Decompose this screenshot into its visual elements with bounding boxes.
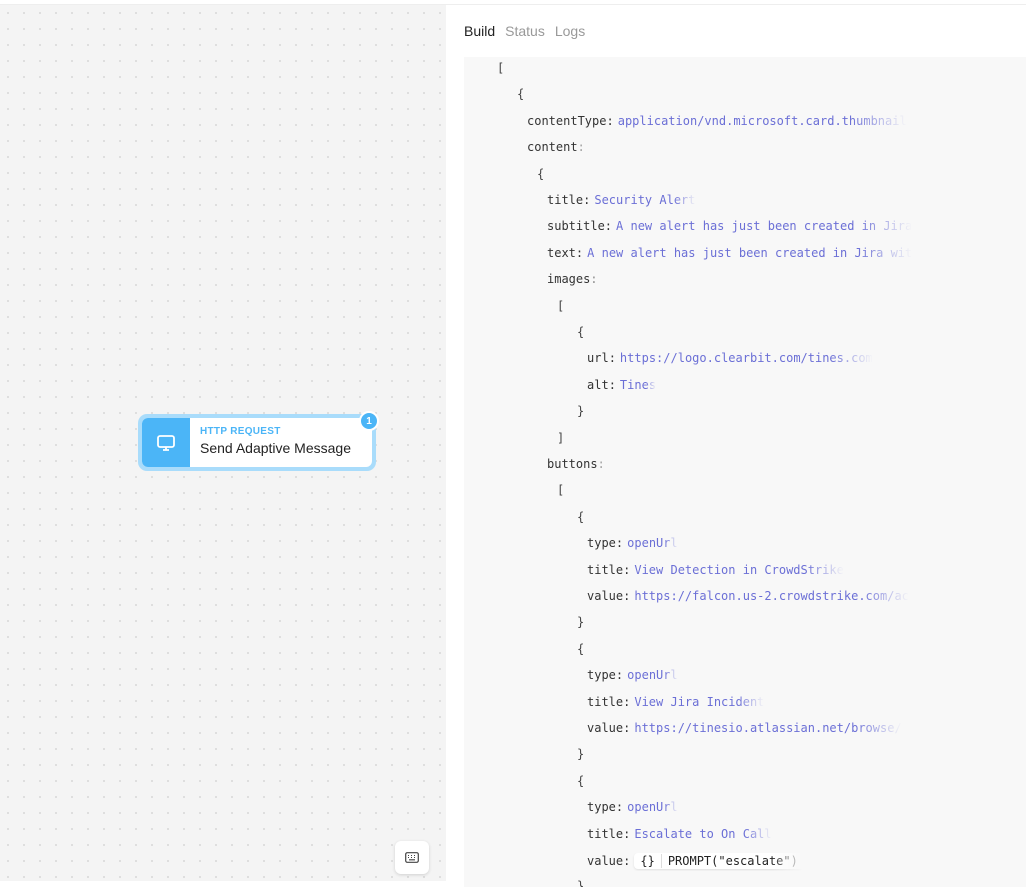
code-line: { bbox=[537, 167, 544, 185]
formula-icon: {} bbox=[640, 854, 662, 868]
value[interactable]: openUrl bbox=[627, 536, 678, 550]
code-line: alt: Tines bbox=[587, 377, 657, 392]
code-line: { bbox=[577, 325, 584, 343]
code-line: } bbox=[577, 404, 584, 422]
code-line: ] bbox=[557, 431, 564, 449]
tab-logs[interactable]: Logs bbox=[555, 23, 585, 39]
key: value bbox=[587, 589, 624, 603]
value[interactable]: Escalate to On Call bbox=[634, 827, 771, 841]
code-line: [ bbox=[557, 483, 564, 501]
key: value bbox=[587, 854, 624, 868]
value[interactable]: Security Alert bbox=[594, 193, 695, 207]
value[interactable]: openUrl bbox=[627, 800, 678, 814]
value[interactable]: https://logo.clearbit.com/tines.com bbox=[620, 351, 873, 365]
value[interactable]: https://tinesio.atlassian.net/browse/ bbox=[634, 721, 901, 735]
key: type bbox=[587, 668, 616, 683]
code-line: { bbox=[577, 510, 584, 528]
code-line: title: Escalate to On Call bbox=[587, 826, 772, 841]
formula-text: PROMPT("escalate") bbox=[667, 854, 798, 868]
code-line: title: Security Alert bbox=[547, 193, 696, 207]
action-node-send-adaptive-message[interactable]: HTTP REQUEST Send Adaptive Message 1 bbox=[138, 411, 379, 471]
value[interactable]: View Jira Incident bbox=[634, 695, 764, 709]
code-line: images: bbox=[547, 272, 598, 287]
code-line: [ bbox=[497, 61, 504, 79]
key: text bbox=[547, 245, 576, 260]
formula-pill[interactable]: {} PROMPT("escalate") bbox=[634, 853, 804, 869]
bracket: { bbox=[577, 509, 585, 524]
node-type-label: HTTP REQUEST bbox=[200, 426, 281, 437]
key: title bbox=[587, 826, 624, 841]
code-line: } bbox=[577, 747, 584, 765]
code-line: { bbox=[577, 642, 584, 660]
bracket: ] bbox=[557, 430, 565, 445]
code-line: { bbox=[517, 87, 524, 105]
key: title bbox=[547, 193, 584, 207]
bracket: { bbox=[517, 87, 525, 102]
workflow-canvas[interactable]: HTTP REQUEST Send Adaptive Message 1 bbox=[0, 5, 446, 881]
panel-tabs: Build Status Logs bbox=[464, 23, 585, 39]
key: type bbox=[587, 800, 616, 815]
code-line: content: bbox=[527, 140, 585, 155]
keyboard-icon bbox=[405, 852, 419, 863]
key: url bbox=[587, 351, 609, 366]
key: type bbox=[587, 536, 616, 551]
key: contentType bbox=[527, 113, 607, 128]
code-line: contentType: application/vnd.microsoft.ca… bbox=[527, 113, 907, 128]
keyboard-shortcuts-button[interactable] bbox=[395, 841, 429, 874]
value[interactable]: openUrl bbox=[627, 668, 678, 682]
key: buttons bbox=[547, 457, 598, 471]
key: title bbox=[587, 562, 624, 577]
bracket: } bbox=[577, 404, 585, 419]
code-line: value: https://falcon.us-2.crowdstrike.co… bbox=[587, 589, 909, 603]
bracket: } bbox=[577, 747, 585, 762]
tab-build[interactable]: Build bbox=[464, 23, 495, 39]
node-count-badge: 1 bbox=[359, 411, 379, 431]
value[interactable]: A new alert has just been created in Jir… bbox=[616, 219, 912, 233]
value[interactable]: https://falcon.us-2.crowdstrike.com/ac bbox=[634, 589, 909, 603]
key: title bbox=[587, 694, 624, 709]
code-line: buttons: bbox=[547, 457, 605, 471]
code-line: } bbox=[577, 615, 584, 633]
value[interactable]: A new alert has just been created in Jir… bbox=[587, 246, 912, 260]
bracket: { bbox=[577, 325, 585, 339]
code-line: subtitle: A new alert has just been creat… bbox=[547, 219, 913, 234]
payload-editor[interactable]: [{contentType: application/vnd.microsoft.… bbox=[464, 57, 1026, 887]
code-line: [ bbox=[557, 299, 564, 317]
code-line: text: A new alert has just been created i… bbox=[547, 245, 913, 260]
key: alt bbox=[587, 377, 609, 392]
code-line: title: View Jira Incident bbox=[587, 694, 765, 709]
value[interactable]: View Detection in CrowdStrike bbox=[634, 563, 844, 577]
code-line: title: View Detection in CrowdStrike bbox=[587, 562, 844, 577]
value[interactable]: Tines bbox=[620, 378, 656, 392]
code-line: type: openUrl bbox=[587, 668, 678, 683]
code-line: type: openUrl bbox=[587, 536, 678, 551]
key: value bbox=[587, 721, 624, 735]
bracket: [ bbox=[557, 298, 565, 313]
key: images bbox=[547, 272, 591, 287]
bracket: { bbox=[577, 641, 585, 656]
action-panel: Build Status Logs [{contentType: applicat… bbox=[446, 5, 1026, 887]
bracket: { bbox=[577, 773, 585, 788]
tab-status[interactable]: Status bbox=[505, 23, 545, 39]
node-name: Send Adaptive Message bbox=[200, 440, 351, 456]
code-line: { bbox=[577, 774, 584, 792]
key: content bbox=[527, 140, 578, 155]
bracket: } bbox=[577, 615, 585, 630]
bracket: [ bbox=[497, 61, 505, 75]
key: subtitle bbox=[547, 219, 605, 234]
bracket: { bbox=[537, 166, 545, 181]
value[interactable]: application/vnd.microsoft.card.thumbnail bbox=[618, 114, 907, 128]
code-line: value:{} PROMPT("escalate") bbox=[587, 853, 804, 871]
code-line: type: openUrl bbox=[587, 800, 678, 815]
code-line: url: https://logo.clearbit.com/tines.com bbox=[587, 351, 873, 366]
code-line: value: https://tinesio.atlassian.net/brow… bbox=[587, 721, 902, 735]
monitor-icon bbox=[142, 418, 190, 467]
bracket: [ bbox=[557, 483, 565, 498]
